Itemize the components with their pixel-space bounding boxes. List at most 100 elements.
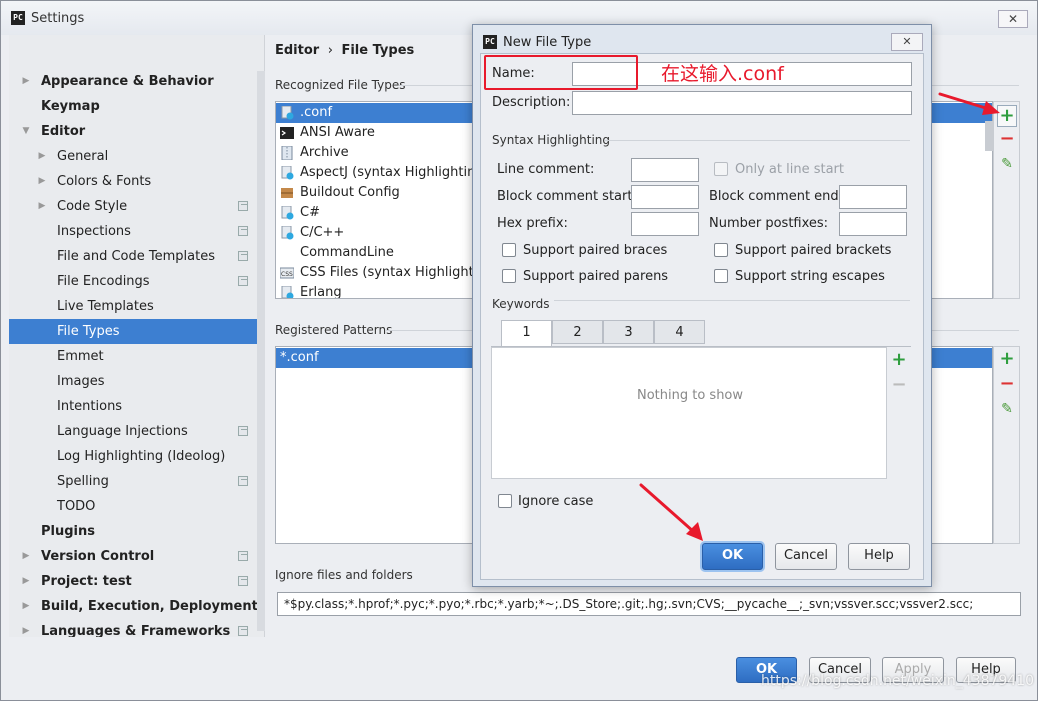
file-type-label: C# [300,205,320,220]
edit-file-type-button[interactable]: ✎ [997,154,1017,174]
sidebar-item[interactable]: File and Code Templates [9,244,264,269]
edit-pattern-button[interactable]: ✎ [997,399,1017,419]
sidebar-item[interactable]: File Encodings [9,269,264,294]
number-postfixes-label: Number postfixes: [709,216,829,231]
sidebar-item[interactable]: Images [9,369,264,394]
sidebar-item[interactable]: Live Templates [9,294,264,319]
chevron-right-icon[interactable]: ▶ [21,544,31,569]
sidebar-item[interactable]: Spelling [9,469,264,494]
chevron-right-icon[interactable]: ▶ [21,619,31,637]
chevron-down-icon[interactable]: ▼ [21,119,31,144]
string-escapes-checkbox[interactable] [714,269,728,283]
tab-keywords-3[interactable]: 3 [603,320,654,344]
paired-brackets-checkbox[interactable] [714,243,728,257]
sidebar-item-label: Intentions [57,399,123,414]
file-type-label: CSS Files (syntax Highlighting [300,265,494,280]
keywords-title: Keywords [492,297,554,311]
tab-keywords-2[interactable]: 2 [552,320,603,344]
paired-parens-checkbox[interactable] [502,269,516,283]
project-scope-icon [238,226,248,236]
keywords-tabs: 1234 [501,320,711,347]
sidebar-item[interactable]: ▶ Build, Execution, Deployment [9,594,264,619]
block-comment-end-field[interactable] [839,185,907,209]
description-field[interactable] [572,91,912,115]
custom-file-icon [281,206,294,220]
paired-brackets-label: Support paired brackets [735,243,892,258]
tab-keywords-1[interactable]: 1 [501,320,552,346]
sidebar-item[interactable]: Keymap [9,94,264,119]
sidebar-scrollbar[interactable] [257,71,265,631]
sidebar-item[interactable]: ▶ Code Style [9,194,264,219]
chevron-right-icon[interactable]: ▶ [37,194,47,219]
remove-pattern-button[interactable]: − [997,374,1017,394]
project-scope-icon [238,201,248,211]
group-divider [492,300,910,301]
ignore-files-input[interactable]: *$py.class;*.hprof;*.pyc;*.pyo;*.rbc;*.y… [277,592,1021,616]
chevron-right-icon[interactable]: ▶ [21,569,31,594]
sidebar-item[interactable]: Plugins [9,519,264,544]
dialog-help-button[interactable]: Help [848,543,910,570]
custom-file-icon [281,286,294,298]
css-icon: CSS [280,267,294,279]
custom-file-icon [281,226,294,240]
project-scope-icon [238,476,248,486]
add-keyword-button[interactable]: + [889,350,909,370]
sidebar-item[interactable]: ▶ Version Control [9,544,264,569]
group-divider [605,140,910,141]
sidebar-item[interactable]: Emmet [9,344,264,369]
line-comment-field[interactable] [631,158,699,182]
remove-keyword-button[interactable]: − [889,375,909,395]
chevron-right-icon[interactable]: ▶ [37,144,47,169]
paired-braces-checkbox[interactable] [502,243,516,257]
ignore-case-checkbox[interactable] [498,494,512,508]
keywords-list[interactable]: Nothing to show [491,347,887,479]
sidebar-item-label: Images [57,374,105,389]
project-scope-icon [238,551,248,561]
sidebar-item[interactable]: ▶ Languages & Frameworks [9,619,264,637]
sidebar-item[interactable]: Log Highlighting (Ideolog) [9,444,264,469]
add-file-type-button[interactable]: + [997,105,1017,127]
sidebar-item[interactable]: Inspections [9,219,264,244]
tab-keywords-4[interactable]: 4 [654,320,705,344]
block-comment-start-field[interactable] [631,185,699,209]
sidebar-item-label: File Encodings [57,274,150,289]
sidebar-item-label: Colors & Fonts [57,174,152,189]
sidebar-item-label: Spelling [57,474,109,489]
terminal-icon [280,127,294,139]
hex-prefix-field[interactable] [631,212,699,236]
sidebar-item[interactable]: ▶ Project: test [9,569,264,594]
pattern-label: *.conf [280,350,319,365]
project-scope-icon [238,626,248,636]
number-postfixes-field[interactable] [839,212,907,236]
dialog-cancel-button[interactable]: Cancel [775,543,837,570]
sidebar-item[interactable]: ▼ Editor [9,119,264,144]
project-scope-icon [238,276,248,286]
sidebar-item[interactable]: Intentions [9,394,264,419]
dialog-ok-button[interactable]: OK [702,543,763,570]
sidebar-item-label: Keymap [41,99,100,114]
window-close-button[interactable]: ✕ [998,10,1028,28]
sidebar-item[interactable]: ▶ Appearance & Behavior [9,69,264,94]
file-types-scrollbar[interactable] [985,121,993,151]
only-at-line-start-checkbox[interactable] [714,162,728,176]
sidebar-item-label: File Types [57,324,120,339]
sidebar-item[interactable]: TODO [9,494,264,519]
remove-file-type-button[interactable]: − [997,129,1017,149]
chevron-right-icon[interactable]: ▶ [21,594,31,619]
string-escapes-label: Support string escapes [735,269,885,284]
only-at-line-start-label: Only at line start [735,162,844,177]
dialog-close-button[interactable]: ✕ [891,33,923,51]
window-title: Settings [31,11,85,26]
chevron-right-icon[interactable]: ▶ [21,69,31,94]
sidebar-item[interactable]: Language Injections [9,419,264,444]
add-pattern-button[interactable]: + [997,349,1017,369]
block-comment-end-label: Block comment end: [709,189,844,204]
sidebar-item[interactable]: ▶ Colors & Fonts [9,169,264,194]
chevron-right-icon[interactable]: ▶ [37,169,47,194]
breadcrumb-parent[interactable]: Editor [275,43,319,58]
sidebar-item[interactable]: ▶ General [9,144,264,169]
sidebar-item[interactable]: File Types [9,319,264,344]
sidebar-item-label: Appearance & Behavior [41,74,214,89]
sidebar-item-label: Code Style [57,199,128,214]
sidebar-item-label: File and Code Templates [57,249,215,264]
